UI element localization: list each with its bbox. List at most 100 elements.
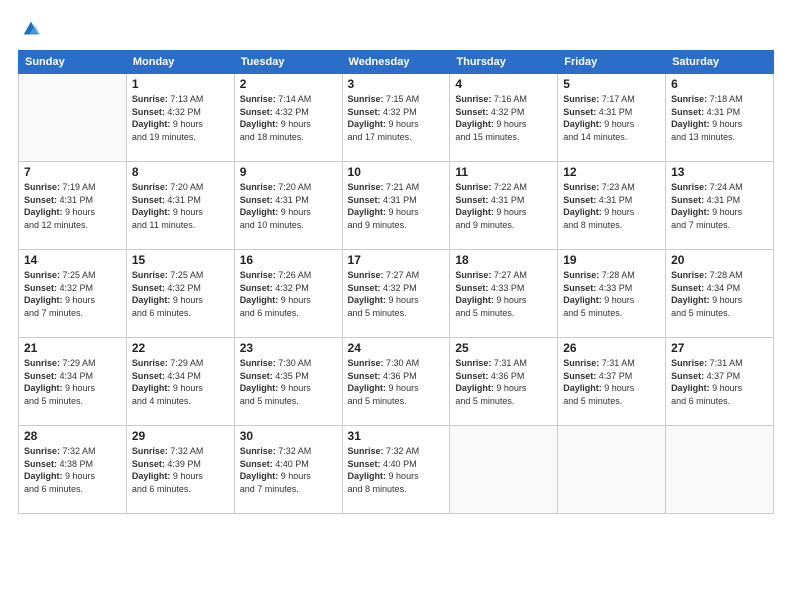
day-number: 21 [24,341,121,355]
calendar-week-row: 28Sunrise: 7:32 AMSunset: 4:38 PMDayligh… [19,426,774,514]
day-number: 6 [671,77,768,91]
day-number: 13 [671,165,768,179]
day-number: 27 [671,341,768,355]
day-info: Daylight: 9 hours [563,382,660,395]
day-number: 14 [24,253,121,267]
day-info: and 18 minutes. [240,131,337,144]
day-info: Sunrise: 7:32 AM [240,445,337,458]
day-info: Sunrise: 7:13 AM [132,93,229,106]
day-info: Sunrise: 7:23 AM [563,181,660,194]
day-info: Sunrise: 7:24 AM [671,181,768,194]
day-info: Sunrise: 7:22 AM [455,181,552,194]
table-row [450,426,558,514]
day-number: 28 [24,429,121,443]
table-row: 29Sunrise: 7:32 AMSunset: 4:39 PMDayligh… [126,426,234,514]
day-info: Daylight: 9 hours [455,294,552,307]
day-info: and 6 minutes. [240,307,337,320]
day-info: Sunrise: 7:15 AM [348,93,445,106]
day-info: Sunset: 4:32 PM [240,106,337,119]
day-info: Daylight: 9 hours [348,382,445,395]
day-info: Sunset: 4:40 PM [348,458,445,471]
day-number: 4 [455,77,552,91]
table-row: 9Sunrise: 7:20 AMSunset: 4:31 PMDaylight… [234,162,342,250]
day-info: and 7 minutes. [240,483,337,496]
day-number: 29 [132,429,229,443]
day-info: and 10 minutes. [240,219,337,232]
day-info: and 5 minutes. [348,307,445,320]
day-info: Daylight: 9 hours [240,118,337,131]
day-number: 26 [563,341,660,355]
day-info: Sunset: 4:36 PM [348,370,445,383]
calendar-header-row: Sunday Monday Tuesday Wednesday Thursday… [19,51,774,74]
day-info: Sunset: 4:32 PM [132,282,229,295]
day-info: and 8 minutes. [348,483,445,496]
day-number: 12 [563,165,660,179]
table-row: 21Sunrise: 7:29 AMSunset: 4:34 PMDayligh… [19,338,127,426]
page: Sunday Monday Tuesday Wednesday Thursday… [0,0,792,612]
day-info: and 5 minutes. [240,395,337,408]
day-info: Sunset: 4:33 PM [455,282,552,295]
day-number: 5 [563,77,660,91]
calendar-week-row: 7Sunrise: 7:19 AMSunset: 4:31 PMDaylight… [19,162,774,250]
day-info: Daylight: 9 hours [563,118,660,131]
day-info: and 7 minutes. [671,219,768,232]
calendar-week-row: 1Sunrise: 7:13 AMSunset: 4:32 PMDaylight… [19,74,774,162]
day-info: Sunset: 4:32 PM [132,106,229,119]
calendar-table: Sunday Monday Tuesday Wednesday Thursday… [18,50,774,514]
day-info: Daylight: 9 hours [240,294,337,307]
day-info: Daylight: 9 hours [671,294,768,307]
day-number: 23 [240,341,337,355]
day-info: Sunset: 4:37 PM [671,370,768,383]
table-row [666,426,774,514]
day-info: Daylight: 9 hours [132,294,229,307]
day-number: 3 [348,77,445,91]
day-number: 30 [240,429,337,443]
col-wednesday: Wednesday [342,51,450,74]
table-row: 5Sunrise: 7:17 AMSunset: 4:31 PMDaylight… [558,74,666,162]
day-info: and 5 minutes. [563,395,660,408]
day-number: 15 [132,253,229,267]
day-info: Sunset: 4:36 PM [455,370,552,383]
table-row: 10Sunrise: 7:21 AMSunset: 4:31 PMDayligh… [342,162,450,250]
table-row: 16Sunrise: 7:26 AMSunset: 4:32 PMDayligh… [234,250,342,338]
calendar-week-row: 21Sunrise: 7:29 AMSunset: 4:34 PMDayligh… [19,338,774,426]
header [18,18,774,40]
day-number: 17 [348,253,445,267]
day-number: 8 [132,165,229,179]
day-info: Sunrise: 7:18 AM [671,93,768,106]
day-info: and 6 minutes. [671,395,768,408]
table-row [558,426,666,514]
table-row: 30Sunrise: 7:32 AMSunset: 4:40 PMDayligh… [234,426,342,514]
table-row: 25Sunrise: 7:31 AMSunset: 4:36 PMDayligh… [450,338,558,426]
day-number: 1 [132,77,229,91]
table-row [19,74,127,162]
col-sunday: Sunday [19,51,127,74]
day-number: 31 [348,429,445,443]
day-info: and 5 minutes. [455,395,552,408]
day-number: 2 [240,77,337,91]
day-info: Sunrise: 7:25 AM [132,269,229,282]
day-info: Daylight: 9 hours [132,118,229,131]
table-row: 31Sunrise: 7:32 AMSunset: 4:40 PMDayligh… [342,426,450,514]
day-info: Daylight: 9 hours [455,382,552,395]
day-info: Sunset: 4:31 PM [24,194,121,207]
day-number: 19 [563,253,660,267]
table-row: 4Sunrise: 7:16 AMSunset: 4:32 PMDaylight… [450,74,558,162]
table-row: 8Sunrise: 7:20 AMSunset: 4:31 PMDaylight… [126,162,234,250]
col-thursday: Thursday [450,51,558,74]
col-monday: Monday [126,51,234,74]
day-number: 22 [132,341,229,355]
table-row: 26Sunrise: 7:31 AMSunset: 4:37 PMDayligh… [558,338,666,426]
day-info: Sunset: 4:31 PM [132,194,229,207]
day-info: Sunset: 4:33 PM [563,282,660,295]
day-number: 11 [455,165,552,179]
day-info: and 7 minutes. [24,307,121,320]
day-info: Daylight: 9 hours [671,382,768,395]
day-info: Sunrise: 7:17 AM [563,93,660,106]
day-info: Sunset: 4:39 PM [132,458,229,471]
day-number: 16 [240,253,337,267]
day-number: 7 [24,165,121,179]
day-info: Sunrise: 7:31 AM [671,357,768,370]
day-info: Daylight: 9 hours [348,206,445,219]
day-info: Sunrise: 7:26 AM [240,269,337,282]
